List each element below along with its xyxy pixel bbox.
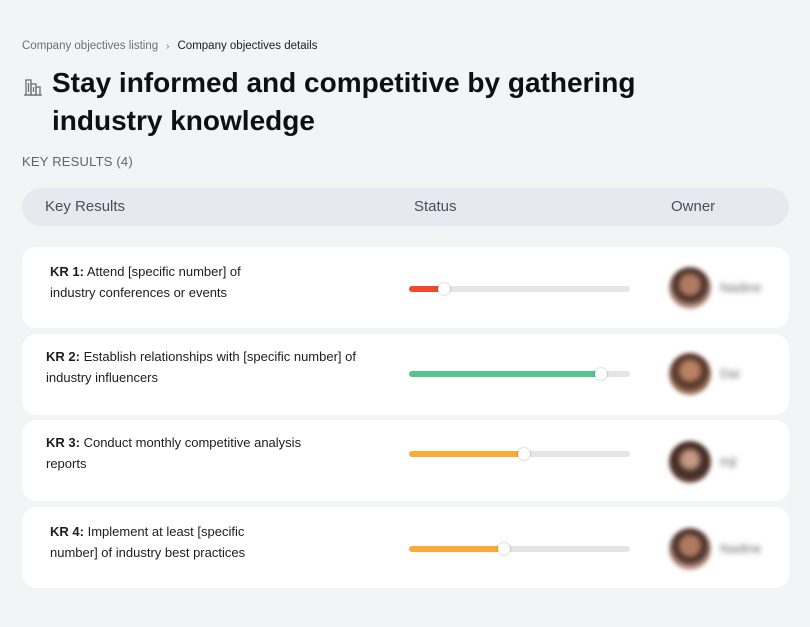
key-result-line: Conduct monthly competitive analysis [83, 435, 302, 450]
column-header-key-results: Key Results [45, 198, 126, 215]
owner-name: Nadine [720, 280, 762, 295]
progress-handle[interactable] [517, 448, 530, 460]
key-result-line: Attend [specific number] of [86, 264, 241, 279]
buildings-icon [24, 79, 42, 96]
breadcrumb: Company objectives listing › Company obj… [22, 40, 318, 52]
key-result-line: industry conferences or events [50, 285, 228, 300]
key-result-text: KR 1: Attend [specific number] of indust… [50, 261, 350, 303]
objective-details-page: Company objectives listing › Company obj… [0, 0, 810, 627]
progress-bar[interactable] [409, 543, 630, 555]
chevron-right-icon: › [166, 40, 170, 52]
key-result-line: reports [46, 456, 87, 471]
column-header-owner: Owner [671, 198, 716, 215]
progress-handle[interactable] [438, 283, 451, 295]
owner-avatar [669, 441, 711, 483]
progress-bar[interactable] [409, 448, 630, 460]
key-result-line: Establish relationships with [specific n… [83, 349, 356, 364]
key-result-line: industry influencers [46, 370, 158, 385]
progress-handle[interactable] [498, 543, 511, 555]
title-row: Stay informed and competitive by gatheri… [22, 64, 672, 140]
table-header: Key Results Status Owner [22, 188, 789, 226]
key-results-count-label: KEY RESULTS (4) [22, 154, 133, 169]
key-result-tag: KR 4: [50, 524, 84, 539]
key-result-text: KR 2: Establish relationships with [spec… [46, 346, 360, 388]
progress-handle[interactable] [595, 368, 608, 380]
owner-name: Dai [720, 366, 740, 381]
key-result-row[interactable]: KR 2: Establish relationships with [spec… [22, 334, 789, 415]
owner-avatar [669, 528, 711, 570]
key-result-text: KR 3: Conduct monthly competitive analys… [46, 432, 360, 474]
key-result-row[interactable]: KR 4: Implement at least [specific numbe… [22, 507, 789, 588]
progress-fill [409, 451, 524, 457]
progress-bar[interactable] [409, 283, 630, 295]
key-result-line: number] of industry best practices [50, 545, 246, 560]
progress-bar[interactable] [409, 368, 630, 380]
column-header-status: Status [414, 198, 457, 215]
key-result-tag: KR 3: [46, 435, 80, 450]
key-result-line: Implement at least [specific [87, 524, 245, 539]
breadcrumb-objectives-listing-link[interactable]: Company objectives listing [22, 40, 158, 52]
key-result-text: KR 4: Implement at least [specific numbe… [50, 521, 350, 563]
key-result-tag: KR 1: [50, 264, 84, 279]
key-result-tag: KR 2: [46, 349, 80, 364]
key-result-row[interactable]: KR 1: Attend [specific number] of indust… [22, 247, 789, 328]
page-title: Stay informed and competitive by gatheri… [52, 67, 636, 136]
owner-name: Inji [720, 454, 737, 469]
owner-avatar [669, 353, 711, 395]
progress-fill [409, 546, 505, 552]
owner-name: Nadine [720, 541, 762, 556]
breadcrumb-current: Company objectives details [177, 40, 318, 52]
progress-fill [409, 371, 602, 377]
owner-avatar [669, 267, 711, 309]
key-result-row[interactable]: KR 3: Conduct monthly competitive analys… [22, 420, 789, 501]
